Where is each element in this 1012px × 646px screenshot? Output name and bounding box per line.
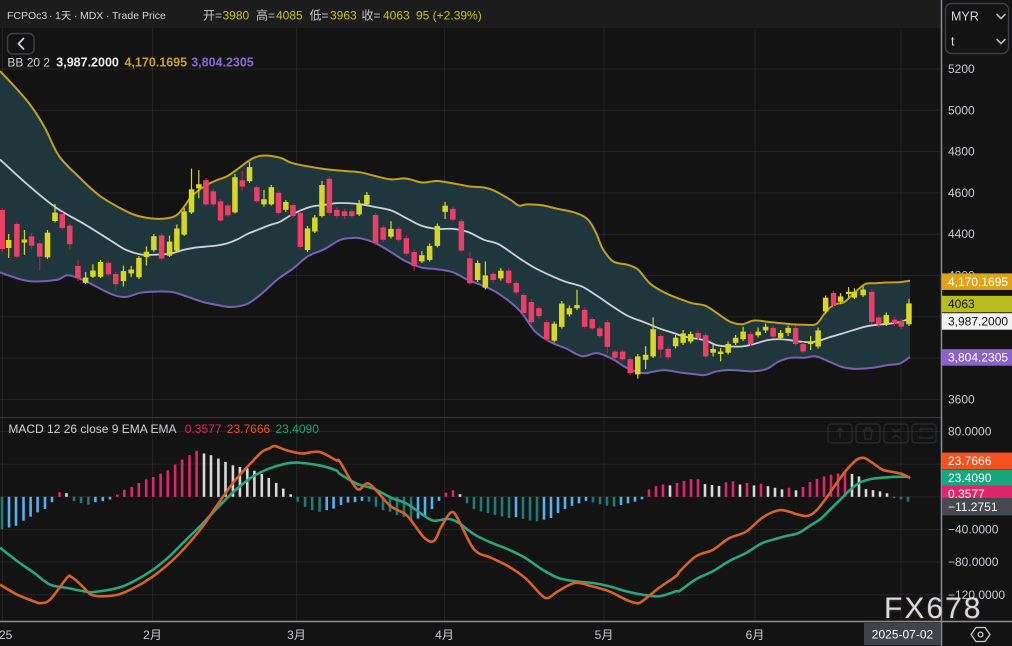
svg-text:高=: 高= [256,8,275,23]
svg-text:4,170.1695: 4,170.1695 [125,56,188,70]
svg-text:2025-07-02: 2025-07-02 [872,628,934,642]
svg-text:MYR: MYR [951,10,979,24]
svg-text:3月: 3月 [287,628,306,642]
svg-text:4063: 4063 [948,297,975,311]
svg-text:MACD 12 26 close 9 EMA EMA: MACD 12 26 close 9 EMA EMA [8,422,176,436]
svg-text:95 (+2.39%): 95 (+2.39%) [416,9,482,23]
svg-text:23.4090: 23.4090 [948,471,992,485]
svg-text:2025: 2025 [0,628,13,642]
svg-text:3,987.2000: 3,987.2000 [948,315,1008,329]
svg-text:BB 20 2: BB 20 2 [7,56,50,70]
svg-text:·: · [106,10,110,22]
svg-text:Trade Price: Trade Price [112,10,166,22]
svg-text:FX678: FX678 [884,592,982,625]
svg-text:23.7666: 23.7666 [948,454,992,468]
svg-text:3963: 3963 [330,9,357,23]
svg-text:80.0000: 80.0000 [948,424,992,438]
svg-text:5200: 5200 [948,62,975,76]
svg-text:2月: 2月 [143,628,162,642]
svg-text:1天: 1天 [55,10,72,22]
svg-text:5000: 5000 [948,103,975,117]
svg-text:低=: 低= [310,9,329,23]
svg-text:4800: 4800 [948,145,975,159]
svg-text:3,987.2000: 3,987.2000 [56,56,119,70]
svg-text:4400: 4400 [948,227,975,241]
svg-text:0.3577: 0.3577 [185,422,222,436]
svg-text:4月: 4月 [435,628,454,642]
svg-text:t: t [951,35,955,49]
svg-text:3980: 3980 [223,9,250,23]
svg-text:收=: 收= [362,9,381,23]
svg-text:4,170.1695: 4,170.1695 [948,275,1008,289]
svg-text:·: · [49,10,53,22]
svg-text:3,804.2305: 3,804.2305 [191,56,254,70]
svg-text:4600: 4600 [948,186,975,200]
svg-text:6月: 6月 [746,628,765,642]
svg-text:3,804.2305: 3,804.2305 [948,351,1008,365]
svg-text:23.4090: 23.4090 [276,422,320,436]
svg-text:−80.0000: −80.0000 [948,555,999,569]
svg-text:3600: 3600 [948,392,975,406]
svg-text:FCPOc3: FCPOc3 [7,10,47,22]
svg-text:开=: 开= [203,9,222,23]
svg-text:−11.2751: −11.2751 [948,500,998,514]
svg-text:4085: 4085 [276,9,303,23]
svg-text:4063: 4063 [383,9,410,23]
svg-text:23.7666: 23.7666 [227,422,271,436]
svg-text:·: · [74,10,78,22]
svg-text:−40.0000: −40.0000 [948,522,999,536]
svg-text:MDX: MDX [80,10,103,22]
svg-text:5月: 5月 [595,628,614,642]
